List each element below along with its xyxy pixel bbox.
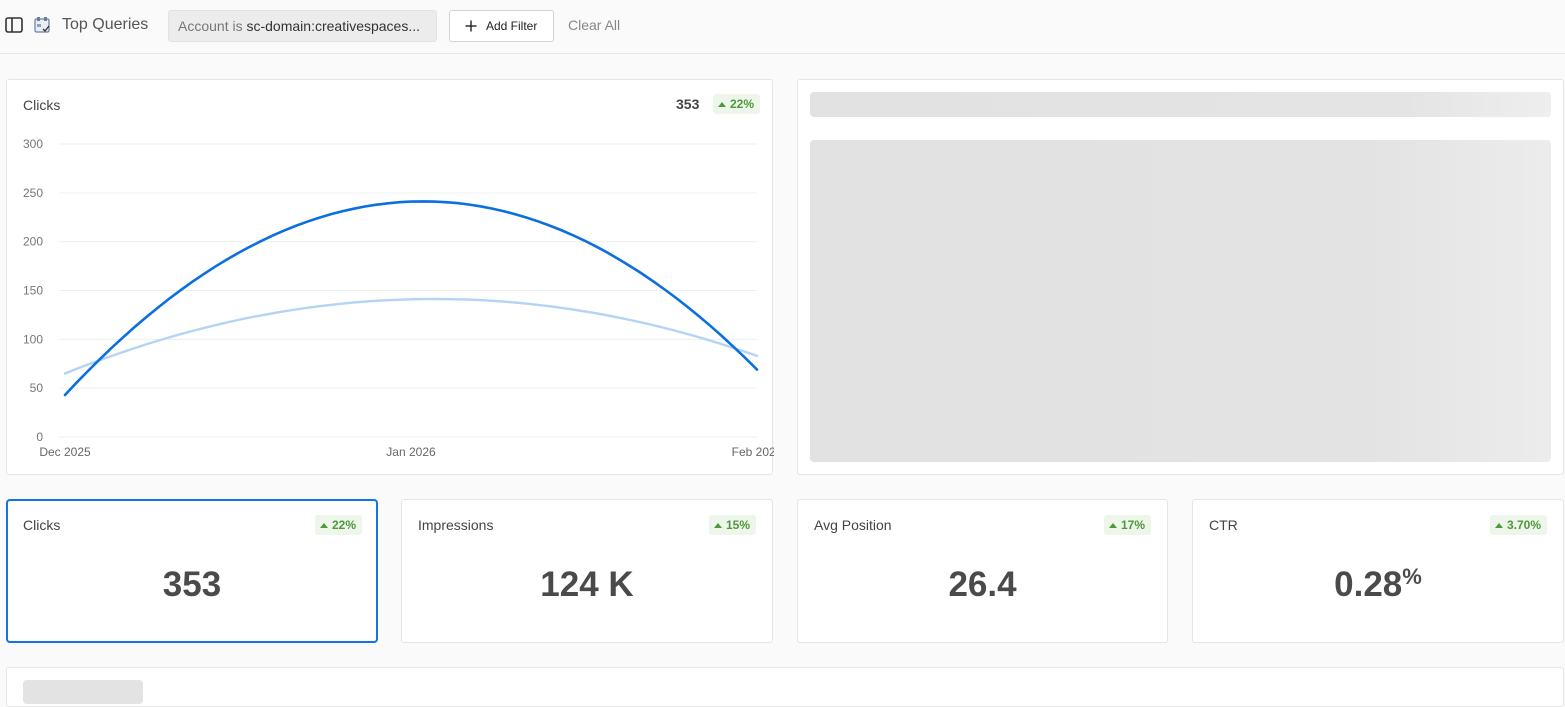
sidebar-toggle-icon[interactable] [5,17,23,33]
loading-skeleton-title [23,680,143,704]
kpi-change-value: 3.70% [1506,518,1541,532]
y-tick-label: 250 [23,186,43,200]
top-bar: Top Queries Account is sc-domain:creativ… [0,0,1565,54]
report-app-icon [34,17,50,33]
kpi-change-value: 15% [725,518,750,532]
account-filter-chip[interactable]: Account is sc-domain:creativespaces... [168,10,437,42]
loading-skeleton-header [810,92,1551,117]
kpi-change-value: 22% [331,518,356,532]
kpi-label: Impressions [418,517,494,533]
kpi-card-clicks[interactable]: Clicks 22% 353 [6,499,378,643]
up-arrow-icon [1494,522,1503,528]
kpi-label: Avg Position [814,517,892,533]
kpi-card-impressions[interactable]: Impressions 15% 124 K [401,499,773,643]
filter-value: sc-domain:creativespaces... [246,18,421,34]
loading-skeleton-body [810,140,1551,462]
y-tick-label: 50 [30,381,44,395]
plus-icon [465,20,477,32]
kpi-change-badge: 3.70% [1489,515,1547,535]
add-filter-button[interactable]: Add Filter [449,10,554,42]
up-arrow-icon [713,522,722,528]
kpi-change-badge: 22% [314,515,362,535]
x-tick-label: Jan 2026 [386,445,436,459]
kpi-change-value: 17% [1120,518,1145,532]
kpi-card-avg-position[interactable]: Avg Position 17% 26.4 [797,499,1168,643]
kpi-change-badge: 17% [1103,515,1151,535]
add-filter-label: Add Filter [486,19,538,33]
clicks-line-chart: 0 50 100 150 200 250 300 Dec 2025 Jan 2026 Feb 20… [23,137,774,459]
loading-panel [797,79,1564,475]
bottom-loading-panel [6,667,1564,707]
kpi-value: 26.4 [948,565,1017,604]
clicks-chart-card: Clicks 353 22% 0 50 100 150 200 250 300 Dec 202… [6,79,774,475]
x-tick-label: Dec 2025 [39,445,91,459]
kpi-value: 353 [162,565,222,604]
kpi-card-ctr[interactable]: CTR 3.70% 0.28% [1192,499,1564,643]
kpi-label: Clicks [23,517,61,533]
clear-all-link[interactable]: Clear All [568,17,620,33]
y-tick-label: 300 [23,137,43,151]
y-tick-label: 100 [23,332,43,346]
up-arrow-icon [319,522,328,528]
y-tick-label: 150 [23,284,43,298]
kpi-value: 124 K [540,565,634,604]
kpi-change-badge: 15% [708,515,756,535]
y-tick-label: 0 [36,430,43,444]
up-arrow-icon [1108,522,1117,528]
page-title: Top Queries [62,16,149,33]
kpi-label: CTR [1209,517,1238,533]
filter-key: Account is [178,18,247,34]
kpi-value: 0.28% [1334,564,1422,604]
x-tick-label: Feb 2026 [732,445,774,459]
y-tick-label: 200 [23,235,43,249]
previous-period-line [63,297,759,375]
